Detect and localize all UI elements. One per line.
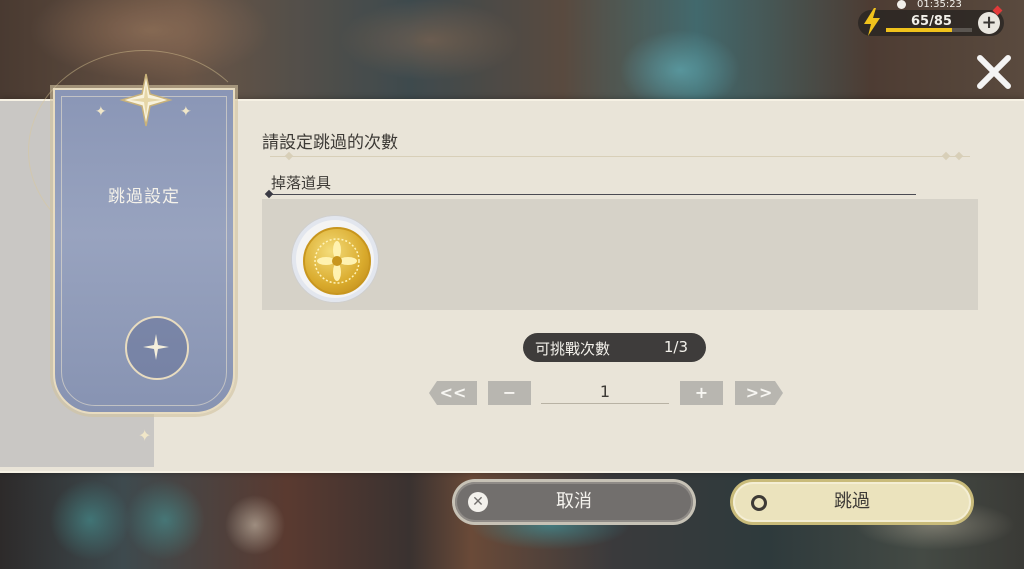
- sparkle-icon: ✦: [95, 104, 107, 120]
- banner-emblem: [125, 316, 189, 380]
- increment-button[interactable]: +: [680, 381, 723, 405]
- page-title: 請設定跳過的次數: [262, 133, 398, 153]
- cancel-button-label: 取消: [556, 491, 592, 512]
- challenge-count-badge: 可挑戰次數 1/3: [523, 333, 706, 362]
- gold-coin-icon: [303, 227, 371, 295]
- clock-icon: [897, 0, 906, 9]
- lightning-icon: [864, 8, 880, 36]
- sparkle-icon: ✦: [180, 104, 192, 120]
- challenge-count-value: 1/3: [663, 338, 688, 356]
- divider: [270, 156, 970, 157]
- skip-count-field[interactable]: 1: [541, 381, 669, 404]
- cancel-button[interactable]: ✕ 取消: [455, 482, 693, 522]
- compass-star-icon: [119, 73, 173, 127]
- drops-label: 掉落道具: [271, 174, 332, 192]
- skip-button[interactable]: 跳過: [733, 482, 971, 522]
- sparkle-icon: ✦: [138, 426, 152, 445]
- title-banner: 跳過設定 ✦ ✦: [53, 88, 235, 414]
- challenge-count-label: 可挑戰次數: [535, 340, 611, 358]
- drop-item-slot[interactable]: [291, 215, 379, 303]
- skip-button-label: 跳過: [834, 491, 870, 512]
- divider: [266, 194, 916, 195]
- stamina-bar: [886, 28, 972, 32]
- stamina-value: 65/85: [911, 14, 952, 29]
- banner-title: 跳過設定: [108, 187, 180, 207]
- decrement-button[interactable]: −: [488, 381, 531, 405]
- close-icon[interactable]: [974, 52, 1014, 92]
- min-button[interactable]: <<: [429, 381, 477, 405]
- max-button[interactable]: >>: [735, 381, 783, 405]
- stamina-bar-fill: [886, 28, 952, 32]
- sparkle-icon: [143, 334, 169, 360]
- clock-time: 01:35:23: [917, 0, 962, 10]
